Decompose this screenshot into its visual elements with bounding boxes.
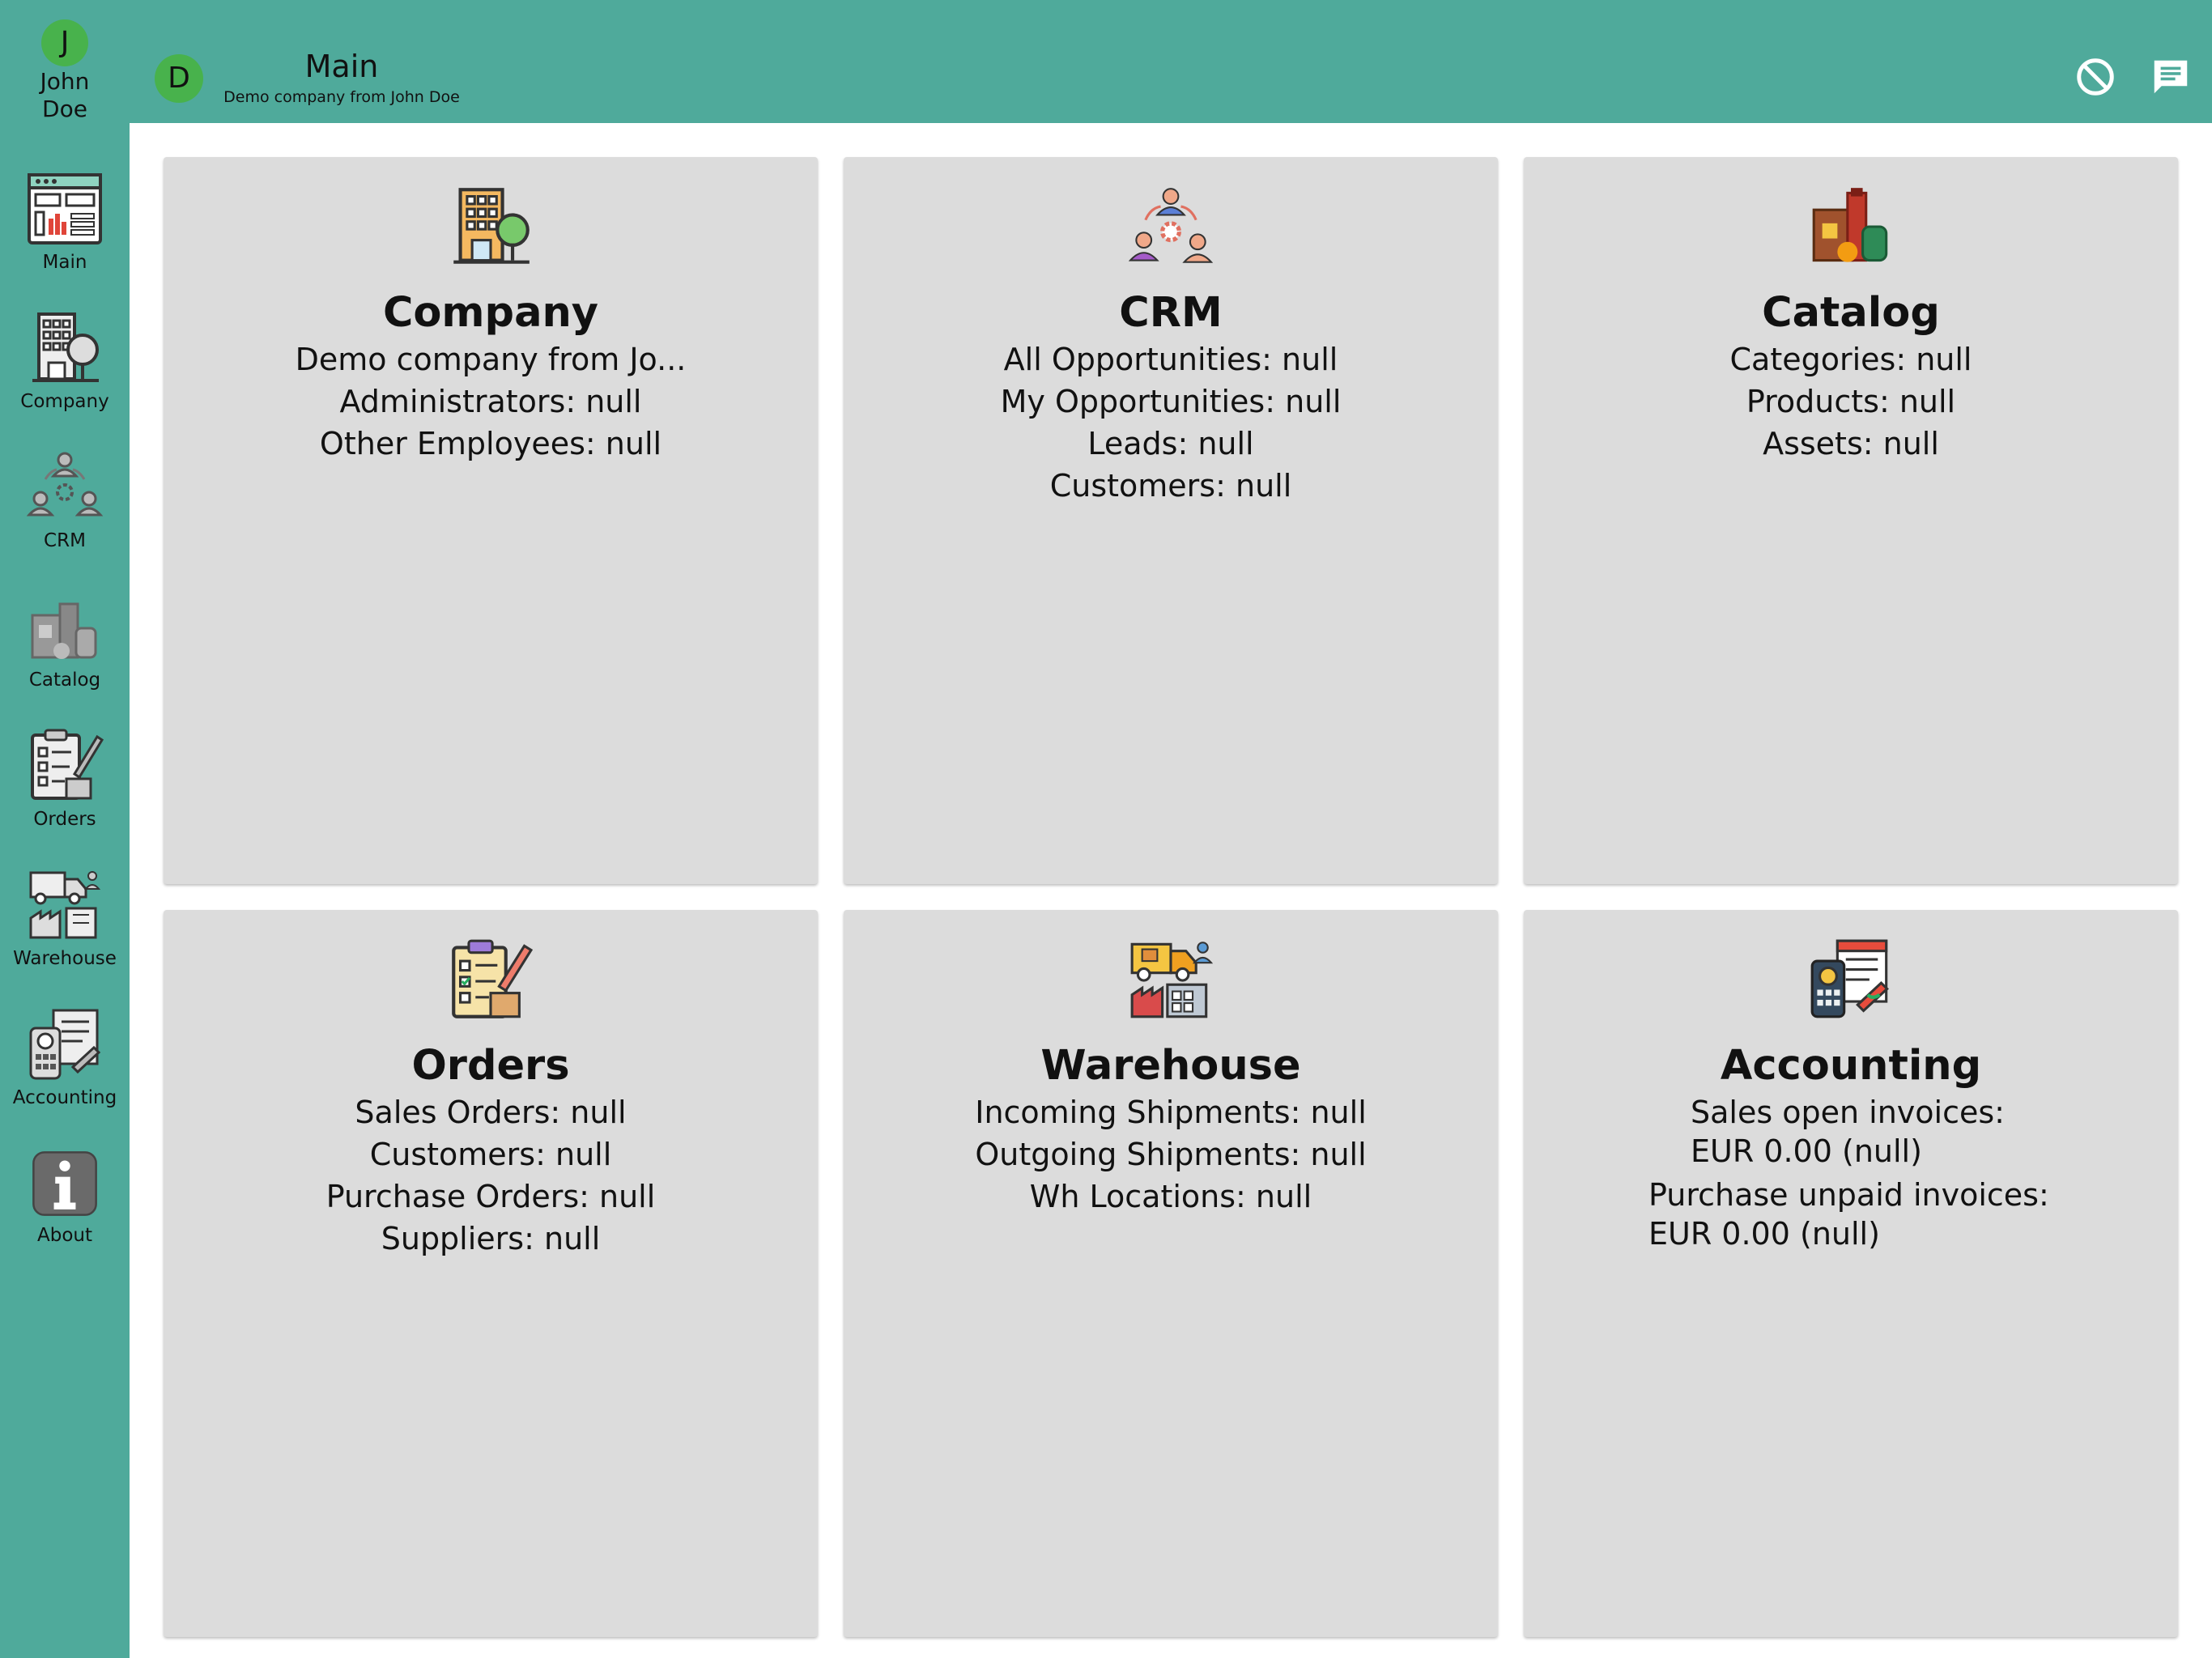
building-icon: [453, 188, 530, 264]
card-line: EUR 0.00 (null): [1691, 1133, 1922, 1169]
dashboard-icon: [28, 173, 102, 244]
dashboard-card-catalog[interactable]: Catalog Categories: null Products: null …: [1524, 157, 2178, 884]
user-avatar[interactable]: J: [41, 19, 88, 66]
card-line: Sales Orders: null: [355, 1095, 627, 1130]
people-network-icon: [26, 452, 104, 517]
calculator-invoice-icon: [1810, 939, 1889, 1018]
card-line: Administrators: null: [339, 384, 642, 419]
card-line: My Opportunities: null: [1000, 384, 1342, 419]
card-line: EUR 0.00 (null): [1648, 1216, 1880, 1252]
people-network-icon: [1129, 188, 1213, 263]
user-name: John Doe: [40, 68, 90, 122]
card-title: CRM: [1119, 289, 1223, 337]
sidebar-item-accounting[interactable]: Accounting: [0, 1004, 130, 1109]
dashboard-card-crm[interactable]: CRM All Opportunities: null My Opportuni…: [844, 157, 1498, 884]
block-icon[interactable]: [2074, 55, 2117, 99]
card-line: Assets: null: [1763, 426, 1939, 461]
truck-factory-icon: [29, 871, 101, 939]
card-line: Outgoing Shipments: null: [975, 1137, 1367, 1172]
products-icon: [31, 602, 97, 659]
sidebar-item-orders[interactable]: Orders: [0, 725, 130, 831]
sidebar-item-label: Orders: [33, 809, 96, 830]
card-title: Orders: [411, 1042, 570, 1090]
sidebar-item-label: Catalog: [28, 670, 101, 691]
sidebar-item-main[interactable]: Main: [0, 168, 130, 274]
card-line: Leads: null: [1087, 426, 1254, 461]
card-title: Catalog: [1762, 289, 1940, 337]
card-line: Wh Locations: null: [1029, 1179, 1312, 1214]
card-title: Accounting: [1720, 1042, 1982, 1090]
card-line: Sales open invoices:: [1691, 1095, 2005, 1130]
calculator-invoice-icon: [29, 1009, 101, 1080]
sidebar-item-label: Company: [20, 391, 109, 412]
sidebar-item-company[interactable]: Company: [0, 308, 130, 413]
sidebar-item-crm[interactable]: CRM: [0, 447, 130, 552]
sidebar-item-catalog[interactable]: Catalog: [0, 586, 130, 691]
card-line: Other Employees: null: [319, 426, 662, 461]
card-line: Customers: null: [369, 1137, 612, 1172]
company-avatar[interactable]: D: [155, 54, 203, 103]
chat-icon[interactable]: [2149, 55, 2193, 99]
card-line: All Opportunities: null: [1003, 342, 1338, 377]
sidebar-item-label: Main: [42, 252, 87, 273]
card-line: Products: null: [1746, 384, 1956, 419]
page-title: Main: [304, 49, 379, 84]
sidebar-item-label: About: [36, 1225, 92, 1246]
card-line: Customers: null: [1049, 468, 1292, 504]
card-line: Purchase unpaid invoices:: [1648, 1177, 2049, 1213]
dashboard-card-company[interactable]: Company Demo company from Jo... Administ…: [164, 157, 818, 884]
dashboard-card-accounting[interactable]: Accounting Sales open invoices: EUR 0.00…: [1524, 910, 2178, 1637]
info-icon: [32, 1151, 97, 1216]
clipboard-pencil-icon: [31, 729, 104, 800]
sidebar-item-label: Accounting: [12, 1087, 117, 1108]
card-line: Suppliers: null: [381, 1221, 601, 1256]
dashboard-card-warehouse[interactable]: Warehouse Incoming Shipments: null Outgo…: [844, 910, 1498, 1637]
sidebar-item-label: Warehouse: [13, 948, 117, 969]
card-title: Company: [382, 289, 599, 337]
sidebar-item-label: CRM: [44, 530, 86, 551]
sidebar-item-about[interactable]: About: [0, 1150, 130, 1247]
navigation-rail: Main Company CRM Catalog Orders Warehous…: [0, 123, 130, 1658]
page-subtitle: Demo company from John Doe: [223, 88, 460, 106]
truck-factory-icon: [1130, 942, 1213, 1018]
card-line: Incoming Shipments: null: [975, 1095, 1367, 1130]
clipboard-pencil-icon: [452, 939, 533, 1018]
card-title: Warehouse: [1040, 1042, 1301, 1090]
sidebar-item-warehouse[interactable]: Warehouse: [0, 865, 130, 970]
top-app-bar: J John Doe D Main Demo company from John…: [0, 0, 2212, 123]
card-line: Demo company from Jo...: [295, 342, 687, 377]
card-line: Purchase Orders: null: [325, 1179, 656, 1214]
card-line: Categories: null: [1729, 342, 1972, 377]
building-icon: [32, 312, 99, 382]
products-icon: [1812, 188, 1888, 262]
dashboard-card-orders[interactable]: Orders Sales Orders: null Customers: nul…: [164, 910, 818, 1637]
user-profile-button[interactable]: J John Doe: [0, 19, 130, 123]
